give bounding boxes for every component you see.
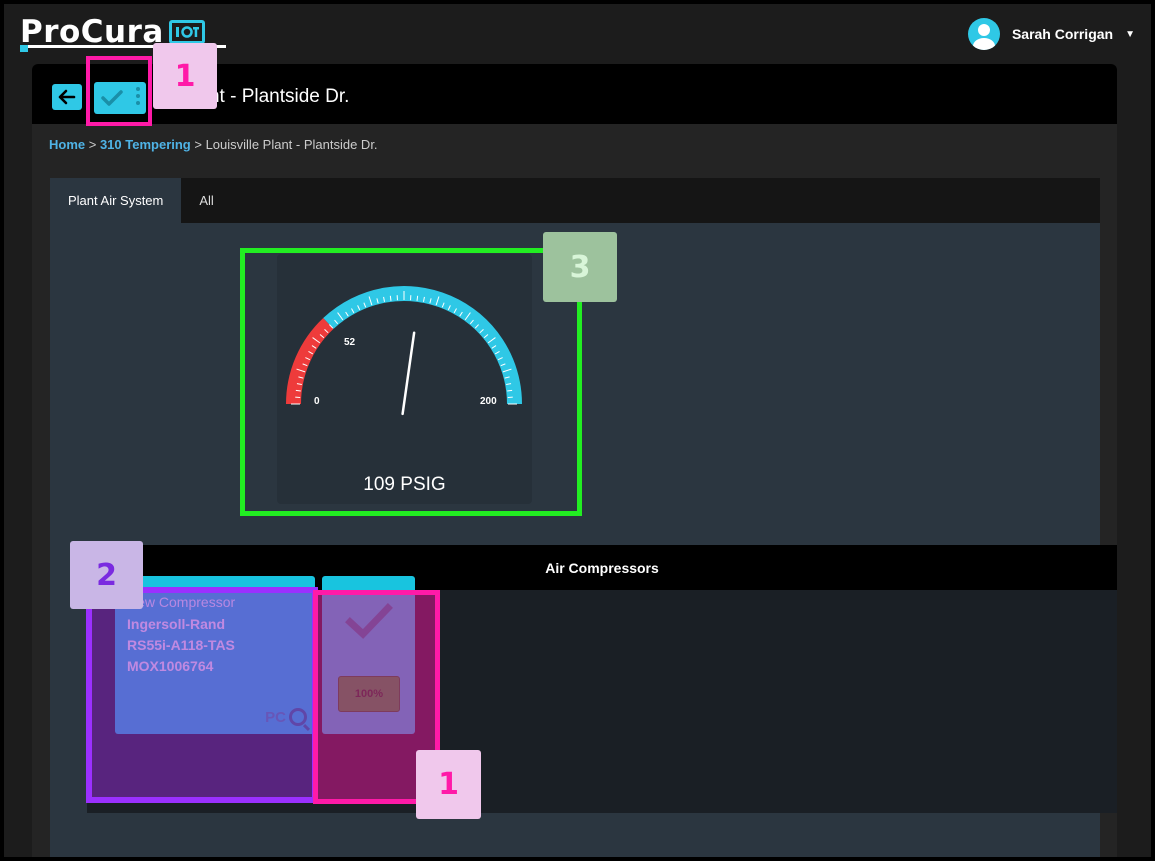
tab-all[interactable]: All	[181, 178, 231, 223]
iot-glyph	[175, 26, 199, 38]
user-name: Sarah Corrigan	[1011, 26, 1114, 42]
compressor-title: New Compressor	[127, 594, 236, 610]
pressure-gauge	[286, 286, 522, 416]
breadcrumb-current: Louisville Plant - Plantside Dr.	[205, 137, 378, 152]
breadcrumb-parent-link[interactable]: 310 Tempering	[100, 137, 191, 152]
breadcrumb: Home > 310 Tempering > Louisville Plant …	[49, 137, 378, 152]
compressor-status-card[interactable]: 100%	[322, 576, 415, 734]
annotation-tag-1b: 1	[416, 750, 481, 819]
user-menu[interactable]: Sarah Corrigan ▼	[967, 18, 1135, 50]
gauge-value-readout: 109 PSIG	[363, 474, 446, 495]
gauge-warn-label: 52	[344, 337, 356, 348]
user-avatar-icon	[967, 18, 1000, 50]
annotation-tag-3: 3	[543, 232, 617, 302]
gauge-max-label: 200	[480, 396, 497, 407]
compressor-card[interactable]: New Compressor Ingersoll-Rand RS55i-A118…	[115, 576, 315, 734]
tab-plant-air-system[interactable]: Plant Air System	[50, 178, 182, 223]
status-check-icon	[345, 603, 393, 639]
logo-text: ProCura	[20, 13, 164, 50]
status-percent-badge: 100%	[338, 676, 400, 712]
air-compressors-section: Air Compressors New Compressor Ingersoll…	[87, 545, 1117, 813]
breadcrumb-separator: >	[85, 137, 100, 152]
predictive-care-badge[interactable]: PC	[265, 708, 307, 726]
iot-logo-icon	[168, 20, 205, 44]
breadcrumb-home-link[interactable]: Home	[49, 137, 85, 152]
breadcrumb-separator: >	[190, 137, 206, 152]
compressor-serial: MOX1006764	[127, 658, 214, 674]
caret-down-icon: ▼	[1125, 28, 1135, 40]
annotation-tag-1a: 1	[153, 43, 217, 109]
app-window: ProCura Sarah Corrigan ▼ ille Plant - Pl…	[4, 4, 1151, 857]
arrow-left-icon	[58, 89, 76, 105]
kebab-menu-icon	[136, 87, 140, 105]
check-icon	[101, 90, 123, 106]
gauge-needle	[401, 331, 416, 416]
pressure-gauge-card[interactable]: 0 52 200 109 PSIG	[277, 254, 532, 504]
back-button[interactable]	[52, 84, 82, 110]
main-panel: ille Plant - Plantside Dr. Home > 310 Te…	[32, 64, 1117, 857]
magnifier-chart-icon	[289, 708, 307, 726]
pc-label: PC	[265, 708, 286, 726]
gauge-tick	[295, 389, 301, 392]
gauge-tick	[507, 389, 513, 392]
tab-bar: Plant Air System All	[50, 178, 1100, 223]
gauge-tick	[389, 295, 392, 301]
annotation-tag-2: 2	[70, 541, 143, 609]
compressor-make: Ingersoll-Rand	[127, 616, 226, 632]
compressor-model: RS55i-A118-TAS	[127, 637, 235, 653]
gauge-tick	[416, 295, 419, 301]
status-check-button[interactable]	[94, 82, 146, 114]
gauge-min-label: 0	[314, 396, 320, 407]
